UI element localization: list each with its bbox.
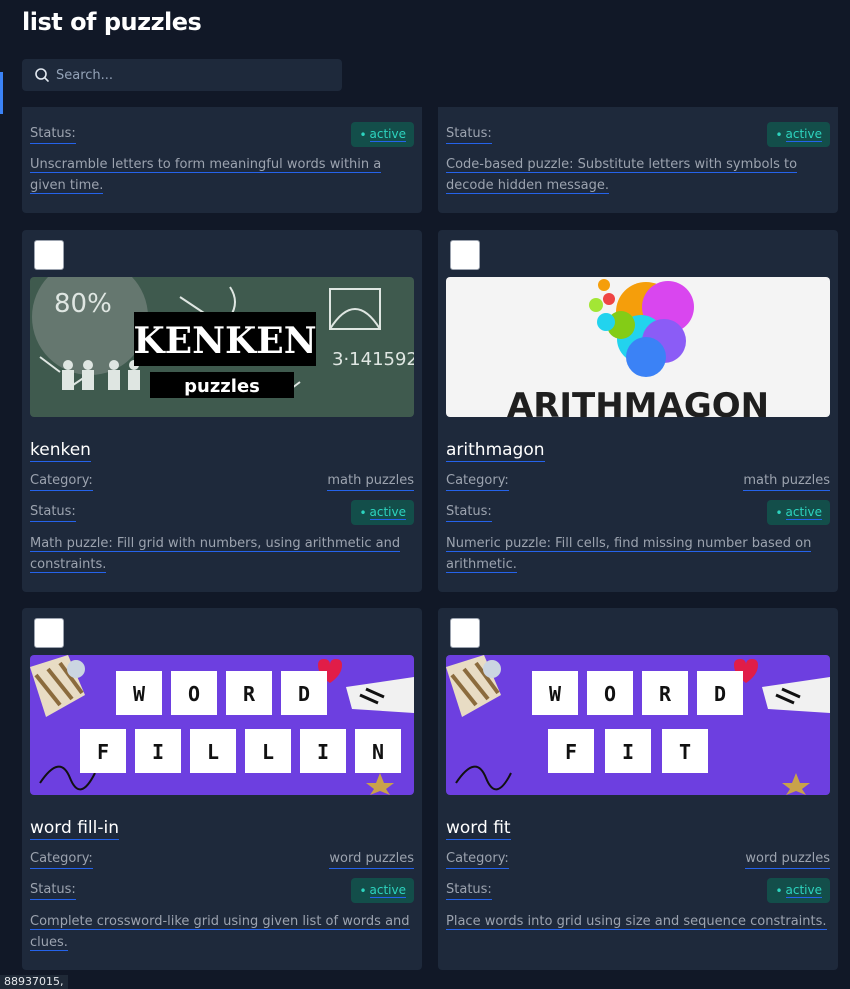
- category-label: Category:: [446, 472, 509, 491]
- category-label: Category:: [446, 850, 509, 869]
- puzzle-thumbnail: ARITHMAGON: [446, 277, 830, 417]
- puzzle-name[interactable]: arithmagon: [446, 440, 545, 462]
- category-value: math puzzles: [327, 472, 414, 491]
- status-row: Status: • active: [446, 122, 830, 147]
- status-tooltip: 88937015,: [0, 975, 68, 989]
- puzzle-thumbnail: 80% 3·1415926 KENKEN puzzles: [30, 277, 414, 417]
- status-row: Status: • active: [446, 878, 830, 903]
- status-row: Status: • active: [30, 122, 414, 147]
- svg-text:KENKEN: KENKEN: [133, 320, 316, 362]
- search-icon: [35, 68, 49, 82]
- letter-tile-text: I: [152, 740, 164, 764]
- svg-text:80%: 80%: [54, 289, 112, 319]
- puzzle-card[interactable]: Status: • active Unscramble letters to f…: [22, 90, 422, 213]
- puzzle-thumbnail: W O R D F I L L I N: [30, 655, 414, 795]
- status-label: Status:: [30, 125, 76, 144]
- letter-tile-text: O: [188, 682, 200, 706]
- select-checkbox[interactable]: [450, 240, 480, 270]
- svg-text:3·1415926: 3·1415926: [332, 349, 414, 370]
- page-title: list of puzzles: [22, 8, 202, 36]
- letter-tile-text: R: [659, 682, 672, 706]
- puzzle-description: Unscramble letters to form meaningful wo…: [30, 157, 382, 194]
- puzzle-card-word-fit[interactable]: W O R D F I T word fit Category: word puzzles…: [438, 608, 838, 970]
- status-row: Status: • active: [30, 878, 414, 903]
- status-label: Status:: [446, 881, 492, 900]
- letter-tile-text: O: [604, 682, 616, 706]
- status-label: Status:: [446, 125, 492, 144]
- puzzle-description: Code-based puzzle: Substitute letters wi…: [446, 157, 798, 194]
- svg-text:ARITHMAGON: ARITHMAGON: [507, 386, 769, 417]
- puzzle-name[interactable]: word fit: [446, 818, 511, 840]
- status-badge: • active: [767, 500, 830, 525]
- letter-tile-text: F: [565, 740, 577, 764]
- category-row: Category: word puzzles: [30, 850, 414, 869]
- category-label: Category:: [30, 472, 93, 491]
- status-badge: • active: [351, 878, 414, 903]
- puzzle-card-kenken[interactable]: 80% 3·1415926 KENKEN puzzles kenken Cate…: [22, 230, 422, 592]
- letter-tile-text: I: [317, 740, 329, 764]
- search-input[interactable]: [56, 67, 316, 83]
- letter-tile-text: W: [549, 682, 562, 706]
- scroll-indicator: [0, 72, 3, 114]
- search-box[interactable]: [22, 59, 342, 91]
- status-badge: • active: [767, 878, 830, 903]
- letter-tile-text: L: [207, 740, 219, 764]
- puzzle-name[interactable]: word fill-in: [30, 818, 119, 840]
- puzzle-description: Math puzzle: Fill grid with numbers, usi…: [30, 536, 401, 573]
- letter-tile-text: W: [133, 682, 146, 706]
- letter-tile-text: R: [243, 682, 256, 706]
- svg-text:puzzles: puzzles: [184, 376, 260, 397]
- puzzle-card[interactable]: Status: • active Code-based puzzle: Subs…: [438, 90, 838, 213]
- puzzle-description: Complete crossword-like grid using given…: [30, 914, 410, 951]
- letter-tile-text: T: [679, 740, 691, 764]
- status-row: Status: • active: [30, 500, 414, 525]
- category-row: Category: math puzzles: [30, 472, 414, 491]
- letter-tile-text: I: [622, 740, 634, 764]
- status-badge: • active: [767, 122, 830, 147]
- letter-tile-text: N: [372, 740, 384, 764]
- category-label: Category:: [30, 850, 93, 869]
- select-checkbox[interactable]: [450, 618, 480, 648]
- letter-tile-text: F: [97, 740, 109, 764]
- letter-tile-text: L: [262, 740, 274, 764]
- status-badge: • active: [351, 500, 414, 525]
- puzzle-description: Place words into grid using size and seq…: [446, 914, 827, 930]
- status-badge: • active: [351, 122, 414, 147]
- letter-tile-text: D: [714, 682, 726, 706]
- puzzle-card-arithmagon[interactable]: ARITHMAGON arithmagon Category: math puz…: [438, 230, 838, 592]
- status-label: Status:: [30, 881, 76, 900]
- puzzle-thumbnail: W O R D F I T: [446, 655, 830, 795]
- category-value: word puzzles: [329, 850, 414, 869]
- page-header: list of puzzles: [0, 0, 850, 107]
- puzzle-card-word-fill-in[interactable]: W O R D F I L L I N word fill-in Category: word …: [22, 608, 422, 970]
- status-label: Status:: [30, 503, 76, 522]
- category-row: Category: word puzzles: [446, 850, 830, 869]
- puzzle-name[interactable]: kenken: [30, 440, 91, 462]
- select-checkbox[interactable]: [34, 618, 64, 648]
- category-row: Category: math puzzles: [446, 472, 830, 491]
- status-label: Status:: [446, 503, 492, 522]
- status-row: Status: • active: [446, 500, 830, 525]
- select-checkbox[interactable]: [34, 240, 64, 270]
- category-value: word puzzles: [745, 850, 830, 869]
- puzzle-description: Numeric puzzle: Fill cells, find missing…: [446, 536, 812, 573]
- letter-tile-text: D: [298, 682, 310, 706]
- category-value: math puzzles: [743, 472, 830, 491]
